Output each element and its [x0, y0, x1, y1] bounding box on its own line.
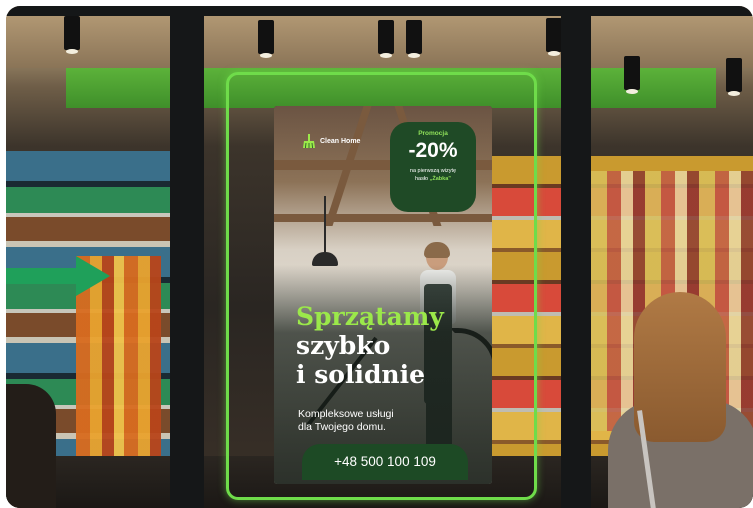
arrow-right-icon	[6, 256, 110, 296]
ceiling-spotlight	[378, 20, 394, 58]
ceiling-spotlight	[624, 56, 640, 94]
storefront-photo: Clean Home Promocja -20% na pierwszą wiz…	[6, 6, 753, 508]
window-frame-left	[170, 6, 204, 508]
ceiling-spotlight	[726, 58, 742, 96]
ceiling-spotlight	[406, 20, 422, 58]
person-hair	[634, 292, 726, 442]
ceiling-spotlight	[546, 18, 562, 56]
highlight-frame	[226, 72, 537, 500]
window-frame-right	[561, 6, 591, 508]
ceiling-spotlight	[64, 16, 80, 54]
person-silhouette-left	[6, 384, 56, 508]
window-frame-top	[6, 6, 753, 16]
person-foreground-right	[602, 292, 753, 508]
ceiling-spotlight	[258, 20, 274, 58]
